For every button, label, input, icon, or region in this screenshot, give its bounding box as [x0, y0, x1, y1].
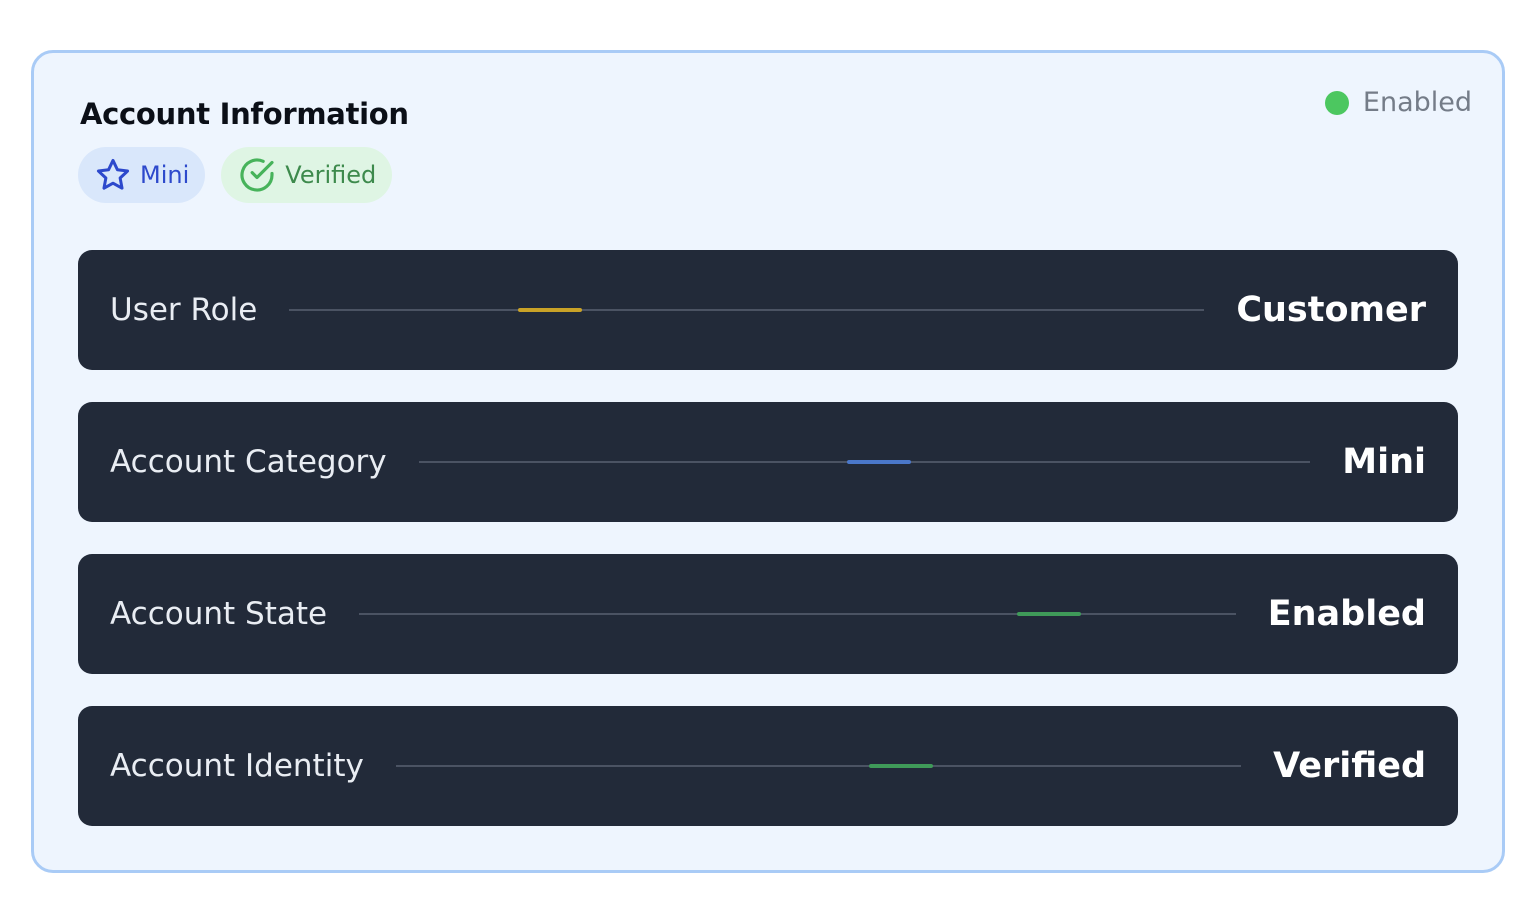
- row-divider: [289, 308, 1205, 312]
- status-dot-icon: [1324, 90, 1349, 115]
- info-rows: User Role Customer Account Category Mini…: [78, 250, 1458, 858]
- status-label: Enabled: [1362, 87, 1472, 118]
- row-label: Account Identity: [110, 748, 364, 784]
- badge-verified: Verified: [221, 147, 393, 203]
- row-divider: [418, 460, 1311, 464]
- badge-verified-label: Verified: [285, 161, 377, 189]
- star-icon: [94, 156, 132, 194]
- row-label: Account Category: [110, 444, 387, 480]
- row-label: Account State: [110, 596, 328, 632]
- row-accent: [1016, 612, 1081, 616]
- check-circle-icon: [237, 155, 277, 195]
- row-value: Mini: [1342, 442, 1426, 482]
- info-row-user-role: User Role Customer: [78, 250, 1458, 370]
- status-indicator: Enabled: [1324, 87, 1472, 118]
- row-value: Customer: [1236, 290, 1426, 330]
- card-title: Account Information: [80, 97, 409, 131]
- row-accent: [846, 460, 911, 464]
- account-info-card: Account Information Enabled Mini Verifie…: [31, 50, 1505, 873]
- badge-mini: Mini: [78, 147, 206, 203]
- row-value: Verified: [1273, 746, 1426, 786]
- badge-list: Mini Verified: [78, 147, 393, 203]
- info-row-account-state: Account State Enabled: [78, 554, 1458, 674]
- info-row-account-identity: Account Identity Verified: [78, 706, 1458, 826]
- row-label: User Role: [110, 292, 258, 328]
- row-divider: [359, 612, 1236, 616]
- badge-mini-label: Mini: [140, 161, 190, 189]
- row-value: Enabled: [1267, 594, 1426, 634]
- row-divider: [395, 764, 1242, 768]
- row-accent: [869, 764, 934, 768]
- row-accent: [518, 308, 583, 312]
- info-row-account-category: Account Category Mini: [78, 402, 1458, 522]
